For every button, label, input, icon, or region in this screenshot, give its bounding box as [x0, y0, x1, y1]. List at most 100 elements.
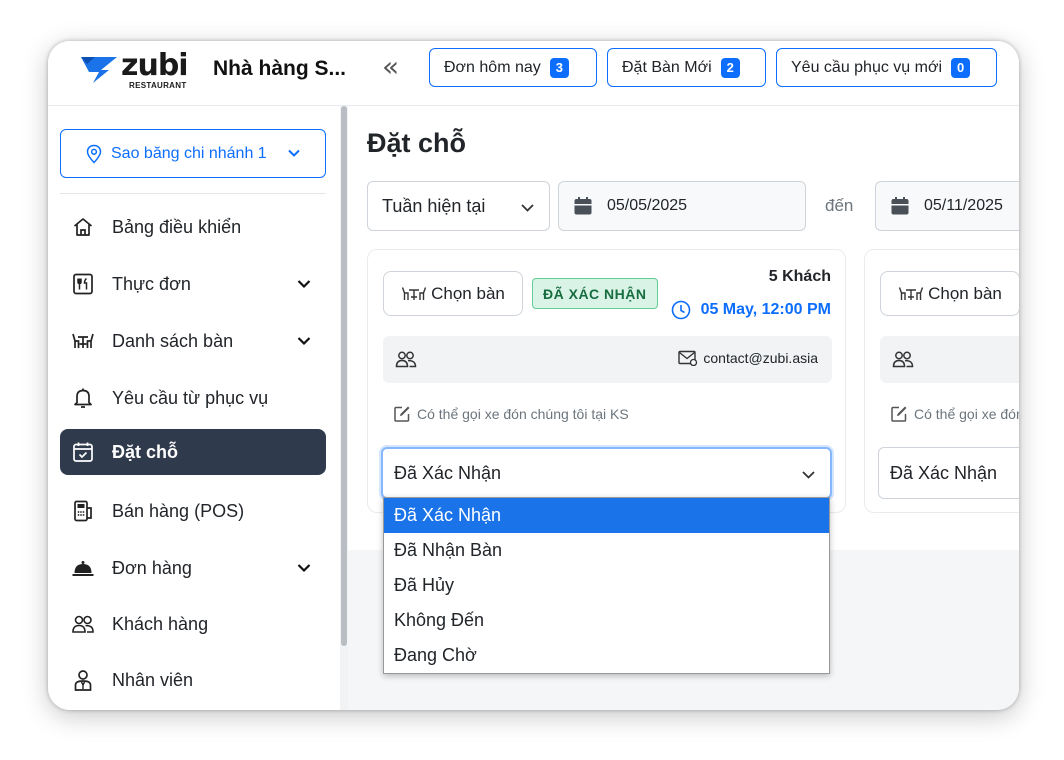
sidebar-item-label: Nhân viên — [112, 669, 194, 690]
status-dropdown-list: Đã Xác Nhận Đã Nhận Bàn Đã Hủy Không Đến… — [383, 497, 830, 674]
reservation-note: Có thể gọi xe đón — [890, 405, 1019, 423]
clock-icon — [671, 300, 690, 320]
select-table-button[interactable]: Chọn bàn — [880, 271, 1019, 316]
select-table-button[interactable]: Chọn bàn — [383, 271, 523, 316]
contact-row: contact@zubi.asia — [383, 336, 832, 383]
edit-note-icon — [891, 406, 907, 422]
logo-subtext: RESTAURANT — [129, 81, 187, 90]
reservation-status-select[interactable]: Đã Xác Nhận — [381, 447, 832, 499]
calendar-icon — [574, 197, 592, 215]
pos-terminal-icon — [74, 500, 92, 522]
logo-wordmark: zubi — [121, 48, 189, 83]
status-option-no-show[interactable]: Không Đến — [384, 603, 829, 638]
status-option-seated[interactable]: Đã Nhận Bàn — [384, 533, 829, 568]
new-service-request-label: Yêu cầu phục vụ mới — [791, 58, 943, 76]
chevron-down-icon — [802, 471, 815, 479]
new-booking-count-badge: 2 — [720, 57, 740, 78]
chevron-down-icon — [297, 337, 311, 346]
reservation-note: Có thể gọi xe đón chúng tôi tại KS — [393, 405, 629, 423]
to-label: đến — [825, 196, 854, 215]
today-orders-label: Đơn hôm nay — [444, 58, 541, 76]
sidebar-item-customers[interactable]: Khách hàng — [60, 601, 326, 647]
chevron-down-icon — [297, 280, 311, 289]
sidebar-item-label: Khách hàng — [112, 613, 209, 634]
restaurant-name: Nhà hàng S... — [213, 57, 347, 80]
sidebar-item-menu[interactable]: Thực đơn — [60, 261, 326, 307]
new-booking-button[interactable]: Đặt Bàn Mới 2 — [607, 48, 766, 87]
table-icon — [898, 286, 924, 300]
reservation-datetime-text: 05 May, 12:00 PM — [700, 301, 831, 318]
new-service-request-count-badge: 0 — [951, 57, 971, 78]
sidebar-item-service-requests[interactable]: Yêu cầu từ phục vụ — [60, 375, 326, 421]
chevron-down-icon — [521, 204, 534, 212]
status-option-cancelled[interactable]: Đã Hủy — [384, 568, 829, 603]
new-service-request-button[interactable]: Yêu cầu phục vụ mới 0 — [776, 48, 997, 87]
reservation-status-select[interactable]: Đã Xác Nhận — [878, 447, 1019, 499]
sidebar: Sao băng chi nhánh 1 Bảng điều khiển Thự… — [48, 106, 340, 710]
date-to-input[interactable]: 05/11/2025 — [875, 181, 1019, 231]
contact-email: contact@zubi.asia — [678, 350, 818, 366]
sidebar-item-staff[interactable]: Nhân viên — [60, 657, 326, 703]
location-pin-icon — [86, 144, 102, 164]
sidebar-scrollbar-thumb[interactable] — [341, 106, 347, 646]
page-title: Đặt chỗ — [367, 128, 467, 158]
date-from-value: 05/05/2025 — [607, 197, 688, 214]
sidebar-item-pos[interactable]: Bán hàng (POS) — [60, 488, 326, 534]
chevron-down-icon — [297, 564, 311, 573]
reservation-card: Chọn bàn ĐÃ XÁC NHẬN 5 Khách 05 May, 12:… — [367, 249, 846, 513]
zubi-logo[interactable]: zubi RESTAURANT — [79, 48, 189, 90]
contact-row — [880, 336, 1019, 383]
reservation-status-value: Đã Xác Nhận — [394, 462, 502, 483]
sidebar-item-tables[interactable]: Danh sách bàn — [60, 318, 326, 364]
reservation-note-text: Có thể gọi xe đón chúng tôi tại KS — [417, 406, 629, 422]
sidebar-item-label: Yêu cầu từ phục vụ — [112, 387, 269, 408]
today-orders-button[interactable]: Đơn hôm nay 3 — [429, 48, 597, 87]
calendar-icon — [891, 197, 909, 215]
select-table-label: Chọn bàn — [431, 283, 505, 303]
calendar-check-icon — [73, 442, 93, 462]
guest-count: 5 Khách — [768, 268, 831, 285]
date-range-select[interactable]: Tuần hiện tại — [367, 181, 550, 231]
today-orders-count-badge: 3 — [549, 57, 569, 78]
sidebar-item-label: Danh sách bàn — [112, 330, 234, 351]
reservation-note-text: Có thể gọi xe đón — [914, 406, 1019, 422]
bell-icon — [74, 388, 92, 408]
table-icon — [401, 286, 427, 300]
branch-name: Sao băng chi nhánh 1 — [111, 144, 267, 162]
sidebar-scrollbar[interactable] — [340, 106, 348, 710]
sidebar-item-label: Đặt chỗ — [112, 441, 179, 462]
menu-book-icon — [73, 273, 93, 295]
status-option-confirmed[interactable]: Đã Xác Nhận — [384, 498, 829, 533]
reservation-status-value: Đã Xác Nhận — [890, 462, 998, 483]
staff-icon — [74, 670, 92, 691]
collapse-sidebar-icon[interactable]: « — [382, 53, 410, 83]
sidebar-item-label: Thực đơn — [112, 273, 191, 294]
home-icon — [73, 218, 93, 236]
table-icon — [72, 333, 94, 348]
reservation-datetime: 05 May, 12:00 PM — [671, 300, 831, 320]
users-icon — [72, 615, 94, 633]
sidebar-divider — [60, 193, 326, 194]
people-icon — [395, 351, 417, 368]
sidebar-item-label: Bảng điều khiển — [112, 216, 242, 237]
edit-note-icon — [394, 406, 410, 422]
select-table-label: Chọn bàn — [928, 283, 1002, 303]
sidebar-item-orders[interactable]: Đơn hàng — [60, 545, 326, 591]
status-badge: ĐÃ XÁC NHẬN — [532, 278, 658, 309]
top-bar: zubi RESTAURANT Nhà hàng S... « Đơn hôm … — [48, 41, 1019, 106]
sidebar-item-reservations[interactable]: Đặt chỗ — [60, 429, 326, 475]
sidebar-item-dashboard[interactable]: Bảng điều khiển — [60, 204, 326, 250]
status-option-pending[interactable]: Đang Chờ — [384, 638, 829, 673]
branch-selector[interactable]: Sao băng chi nhánh 1 — [60, 129, 326, 178]
new-booking-label: Đặt Bàn Mới — [622, 58, 712, 76]
email-icon — [678, 350, 698, 366]
people-icon — [892, 351, 914, 368]
date-to-value: 05/11/2025 — [924, 197, 1003, 214]
sidebar-item-label: Đơn hàng — [112, 557, 192, 578]
reservation-card: Chọn bàn Có thể gọi xe đón Đã Xác Nhận — [864, 249, 1019, 513]
chevron-down-icon — [288, 149, 300, 157]
date-from-input[interactable]: 05/05/2025 — [558, 181, 806, 231]
date-range-value: Tuần hiện tại — [382, 195, 486, 216]
contact-email-text: contact@zubi.asia — [703, 350, 818, 366]
cloche-icon — [72, 561, 94, 576]
